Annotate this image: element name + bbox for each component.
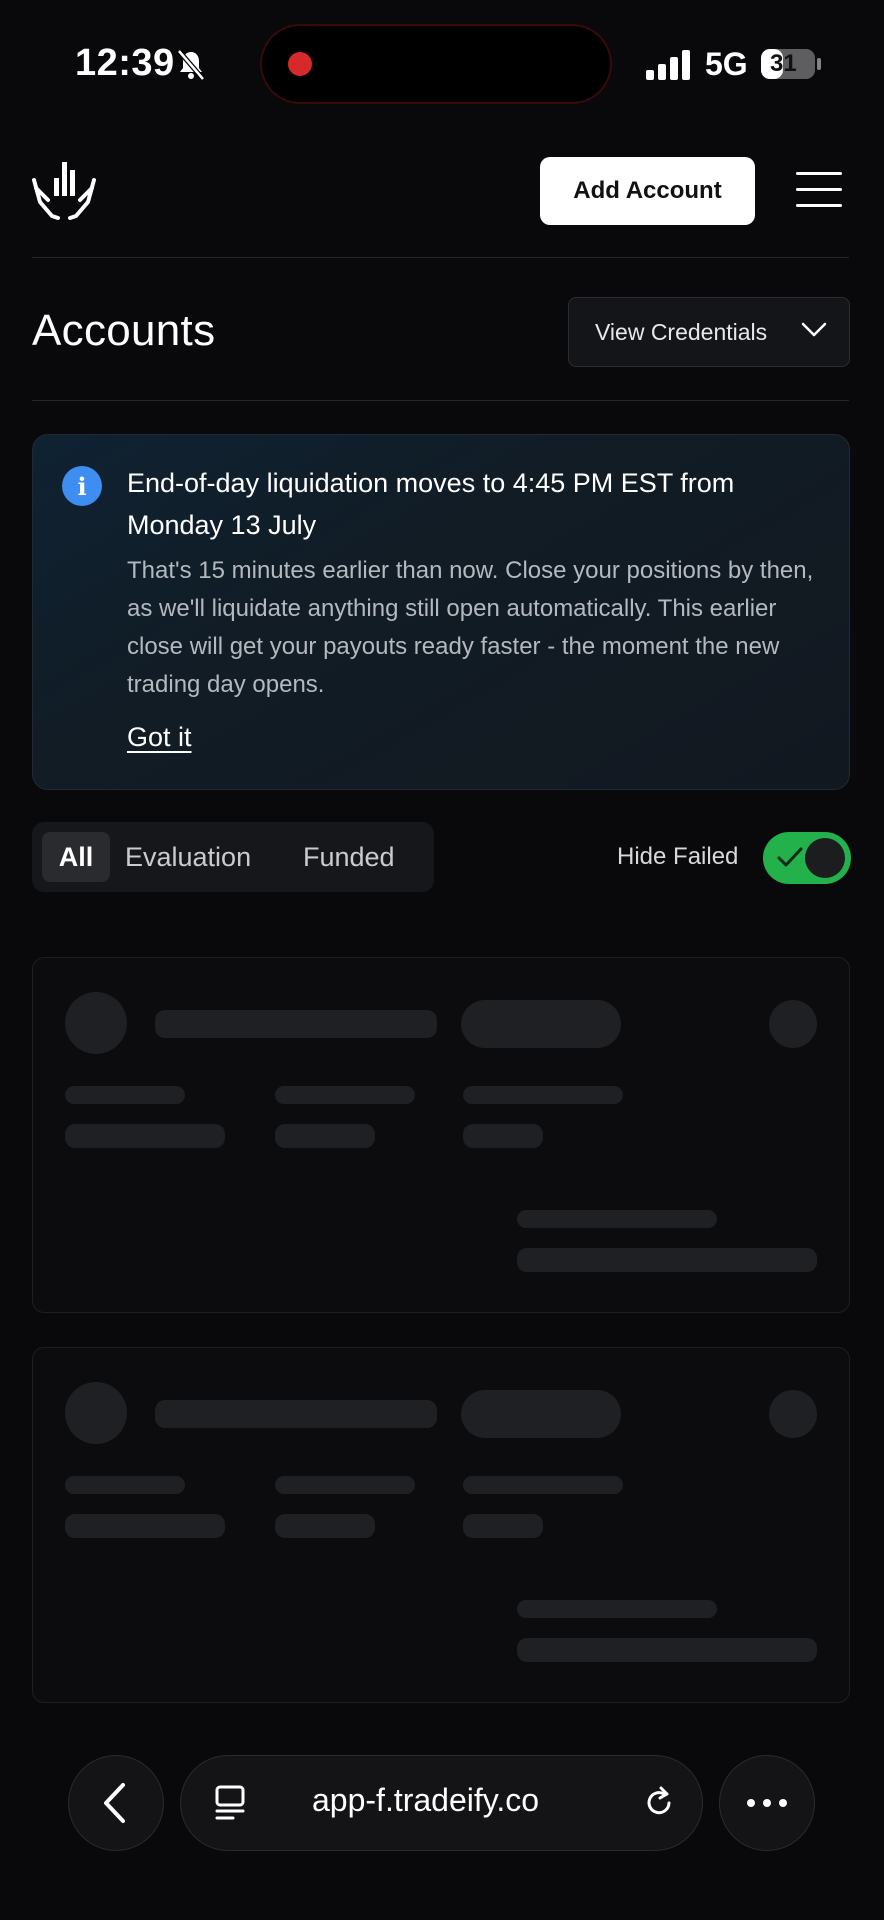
- browser-more-button[interactable]: [719, 1755, 815, 1851]
- view-credentials-label: View Credentials: [595, 318, 768, 345]
- recording-indicator: [288, 52, 312, 76]
- skeleton-icon: [769, 1000, 817, 1048]
- skeleton-avatar: [65, 1382, 127, 1444]
- network-type: 5G: [705, 46, 748, 82]
- notice-body: That's 15 minutes earlier than now. Clos…: [127, 557, 814, 698]
- header-divider: [32, 257, 849, 258]
- account-card-skeleton: [32, 957, 850, 1313]
- skeleton-line: [275, 1476, 415, 1494]
- skeleton-line: [517, 1248, 817, 1272]
- status-time: 12:39: [75, 42, 175, 84]
- view-credentials-dropdown[interactable]: View Credentials: [568, 297, 850, 367]
- hide-failed-label: Hide Failed: [617, 843, 739, 870]
- tab-overview-icon: [215, 1785, 245, 1820]
- add-account-button[interactable]: Add Account: [540, 157, 755, 225]
- account-card-skeleton: [32, 1347, 850, 1703]
- url-text: app-f.tradeify.co: [312, 1782, 540, 1818]
- skeleton-line: [517, 1600, 717, 1618]
- skeleton-line: [65, 1124, 225, 1148]
- skeleton-line: [463, 1514, 543, 1538]
- signal-icon: [646, 50, 690, 80]
- skeleton-line: [517, 1210, 717, 1228]
- skeleton-badge: [461, 1390, 621, 1438]
- skeleton-line: [155, 1400, 437, 1428]
- chevron-left-icon: [104, 1783, 125, 1823]
- page-title: Accounts: [32, 306, 216, 355]
- battery-icon: 31: [760, 48, 822, 80]
- skeleton-avatar: [65, 992, 127, 1054]
- tab-funded[interactable]: Funded: [303, 822, 395, 892]
- skeleton-line: [275, 1086, 415, 1104]
- skeleton-icon: [769, 1390, 817, 1438]
- skeleton-line: [155, 1010, 437, 1038]
- bell-muted-icon: [177, 49, 205, 81]
- skeleton-line: [65, 1476, 185, 1494]
- check-icon: [777, 847, 803, 867]
- reload-icon[interactable]: [639, 1783, 679, 1823]
- skeleton-line: [463, 1124, 543, 1148]
- browser-back-button[interactable]: [68, 1755, 164, 1851]
- info-icon: i: [62, 466, 102, 506]
- account-filter-tabs: All Evaluation Funded: [32, 822, 434, 892]
- tab-all[interactable]: All: [42, 832, 110, 882]
- tab-evaluation[interactable]: Evaluation: [125, 822, 251, 892]
- chevron-down-icon: [801, 322, 827, 337]
- skeleton-line: [275, 1514, 375, 1538]
- got-it-link[interactable]: Got it: [127, 722, 192, 753]
- logo-hands-icon: [32, 162, 96, 220]
- notice-title: End-of-day liquidation moves to 4:45 PM …: [127, 468, 735, 540]
- skeleton-line: [65, 1086, 185, 1104]
- dynamic-island: [262, 26, 610, 102]
- skeleton-line: [463, 1086, 623, 1104]
- skeleton-badge: [461, 1000, 621, 1048]
- more-dots-icon: [747, 1799, 787, 1807]
- battery-level: 31: [770, 50, 797, 77]
- skeleton-line: [65, 1514, 225, 1538]
- skeleton-line: [463, 1476, 623, 1494]
- skeleton-line: [517, 1638, 817, 1662]
- hamburger-menu-icon[interactable]: [796, 170, 842, 210]
- toggle-knob: [805, 838, 845, 878]
- hide-failed-toggle[interactable]: [763, 832, 851, 884]
- title-divider: [32, 400, 849, 401]
- skeleton-line: [275, 1124, 375, 1148]
